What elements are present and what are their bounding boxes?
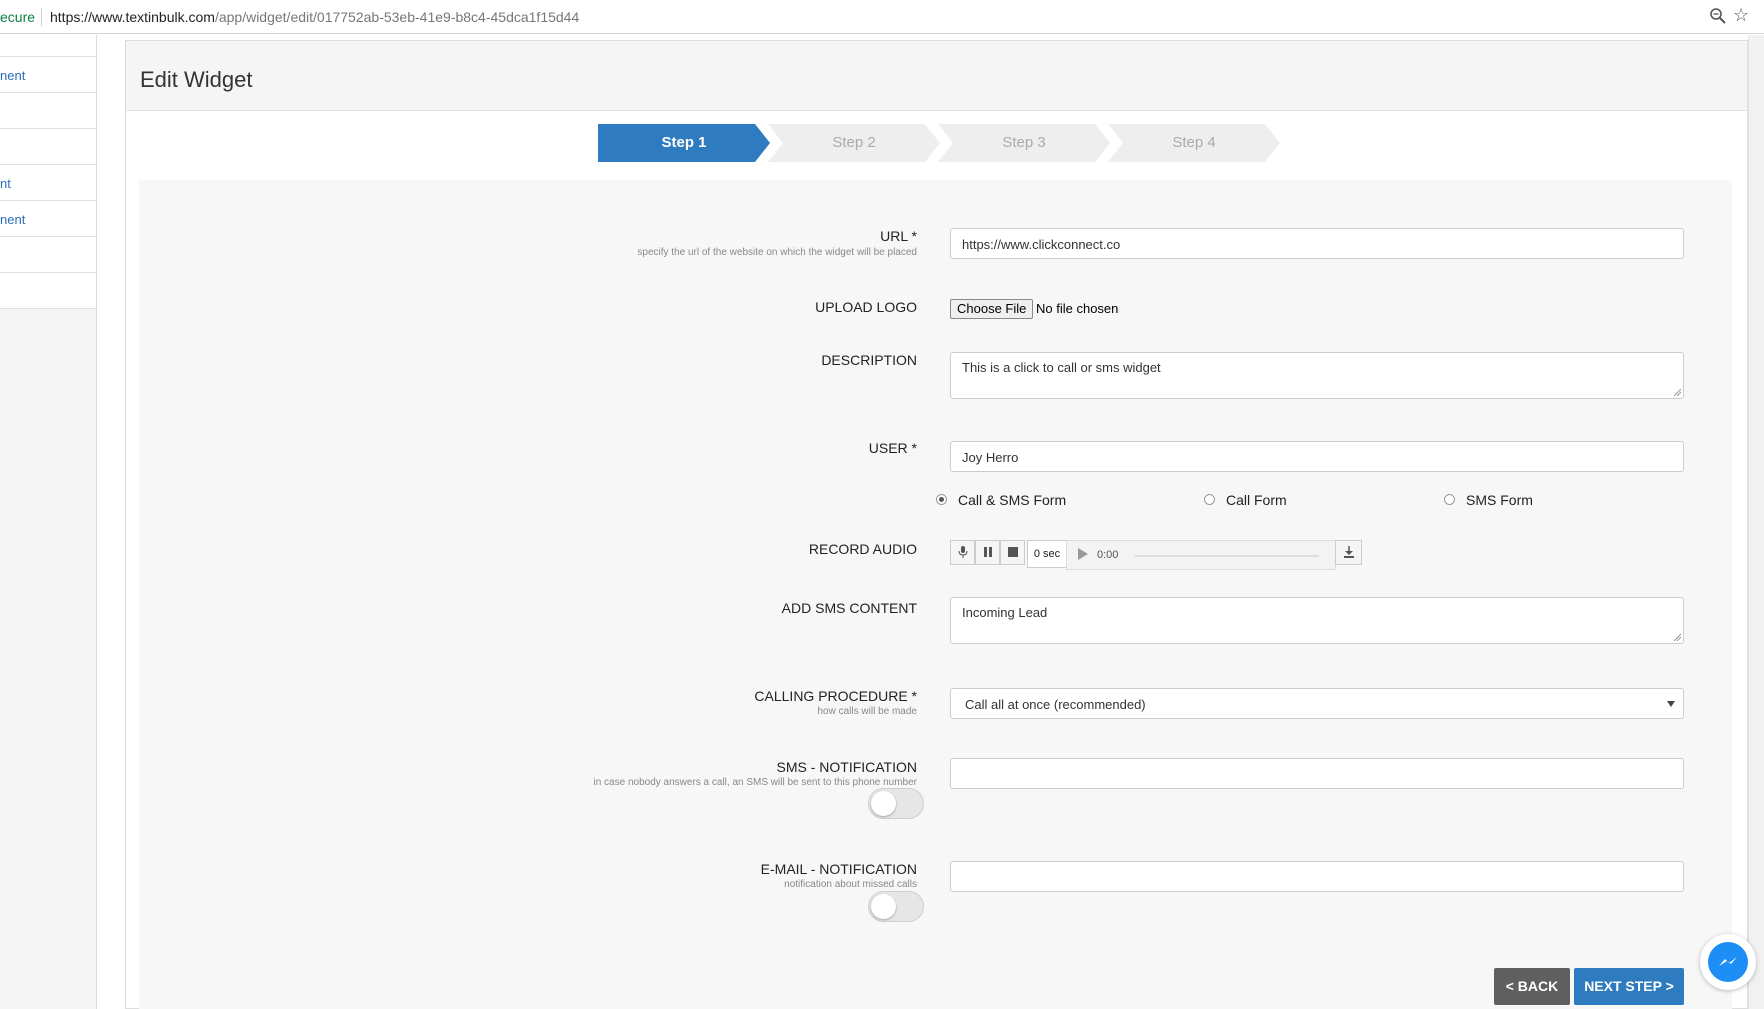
- player-progress-track[interactable]: [1135, 555, 1319, 557]
- sidebar-item-1[interactable]: nent: [0, 57, 96, 93]
- sms-content-value: Incoming Lead: [962, 605, 1048, 620]
- sidebar: nent nt nent: [0, 35, 97, 1009]
- radio-label: SMS Form: [1466, 492, 1533, 508]
- description-textarea[interactable]: This is a click to call or sms widget: [950, 352, 1684, 399]
- address-url[interactable]: https://www.textinbulk.com/app/widget/ed…: [50, 9, 579, 25]
- url-hint: specify the url of the website on which …: [637, 247, 917, 258]
- sidebar-item-5[interactable]: nent: [0, 201, 96, 237]
- radio-label: Call Form: [1226, 492, 1287, 508]
- back-button[interactable]: < BACK: [1494, 968, 1570, 1005]
- email-notification-hint: notification about missed calls: [784, 879, 917, 890]
- url-host: https://www.textinbulk.com: [50, 9, 215, 25]
- pause-icon[interactable]: [975, 540, 1000, 565]
- calling-procedure-value: Call all at once (recommended): [965, 697, 1146, 712]
- radio-unselected-icon: [1204, 494, 1215, 505]
- description-label: DESCRIPTION: [821, 352, 917, 368]
- email-notification-input[interactable]: [950, 861, 1684, 892]
- step-2-label: Step 2: [832, 134, 876, 151]
- next-step-button[interactable]: NEXT STEP >: [1574, 968, 1684, 1005]
- toggle-knob: [871, 791, 896, 816]
- sms-content-label: ADD SMS CONTENT: [781, 600, 917, 616]
- calling-procedure-select[interactable]: Call all at once (recommended): [950, 688, 1684, 719]
- record-audio-label: RECORD AUDIO: [808, 541, 917, 557]
- browser-address-bar: ecure https://www.textinbulk.com/app/wid…: [0, 0, 1764, 34]
- messenger-icon: [1708, 942, 1748, 982]
- sidebar-item-6[interactable]: [0, 237, 96, 273]
- resize-grip-icon[interactable]: [1673, 388, 1681, 396]
- radio-label: Call & SMS Form: [958, 492, 1067, 508]
- zoom-icon[interactable]: [1708, 6, 1728, 26]
- email-notification-label: E-MAIL - NOTIFICATION: [760, 861, 917, 877]
- record-seconds: 0 sec: [1027, 540, 1067, 568]
- step-4[interactable]: Step 4: [1108, 124, 1280, 162]
- url-label: URL *: [880, 228, 917, 244]
- email-notification-toggle[interactable]: [868, 891, 924, 922]
- step-1-label: Step 1: [661, 134, 707, 151]
- user-label: USER *: [868, 440, 917, 456]
- stop-icon[interactable]: [1000, 540, 1025, 565]
- chevron-down-icon: [1667, 701, 1675, 707]
- address-separator: [41, 8, 42, 26]
- sms-notification-input[interactable]: [950, 758, 1684, 789]
- url-path: /app/widget/edit/017752ab-53eb-41e9-b8c4…: [214, 9, 580, 25]
- sidebar-item-7[interactable]: [0, 273, 96, 309]
- sidebar-item-3[interactable]: [0, 129, 96, 165]
- play-icon[interactable]: [1078, 548, 1088, 560]
- page-title: Edit Widget: [140, 67, 253, 92]
- vertical-scrollbar[interactable]: [1748, 35, 1764, 1009]
- toggle-knob: [871, 894, 896, 919]
- step-4-label: Step 4: [1172, 134, 1216, 151]
- sms-content-textarea[interactable]: Incoming Lead: [950, 597, 1684, 644]
- sidebar-item-4[interactable]: nt: [0, 165, 96, 201]
- sms-notification-label: SMS - NOTIFICATION: [776, 759, 917, 775]
- upload-logo-label: UPLOAD LOGO: [815, 299, 917, 315]
- sms-notification-hint: in case nobody answers a call, an SMS wi…: [593, 777, 917, 788]
- radio-unselected-icon: [1444, 494, 1455, 505]
- download-icon[interactable]: [1335, 540, 1362, 565]
- player-time: 0:00: [1097, 549, 1119, 561]
- messenger-chat-button[interactable]: [1700, 934, 1756, 990]
- step-1[interactable]: Step 1: [598, 124, 770, 162]
- calling-procedure-hint: how calls will be made: [817, 706, 918, 717]
- step-3[interactable]: Step 3: [938, 124, 1110, 162]
- secure-indicator: ecure: [0, 9, 36, 25]
- file-status: No file chosen: [1036, 301, 1119, 316]
- user-input[interactable]: Joy Herro: [950, 441, 1684, 472]
- panel-header: Edit Widget: [126, 41, 1747, 111]
- description-value: This is a click to call or sms widget: [962, 360, 1161, 375]
- resize-grip-icon[interactable]: [1673, 633, 1681, 641]
- star-icon[interactable]: ☆: [1733, 5, 1749, 25]
- radio-selected-icon: [936, 494, 947, 505]
- audio-player: 0:00: [1066, 540, 1336, 570]
- sidebar-item-2[interactable]: [0, 93, 96, 129]
- calling-procedure-label: CALLING PROCEDURE *: [754, 688, 917, 704]
- url-input[interactable]: https://www.clickconnect.co: [950, 228, 1684, 259]
- step-3-label: Step 3: [1002, 134, 1046, 151]
- microphone-icon[interactable]: [950, 540, 975, 565]
- sidebar-top: [0, 35, 96, 57]
- choose-file-button[interactable]: Choose File: [950, 299, 1034, 319]
- step-2[interactable]: Step 2: [768, 124, 940, 162]
- sms-notification-toggle[interactable]: [868, 788, 924, 819]
